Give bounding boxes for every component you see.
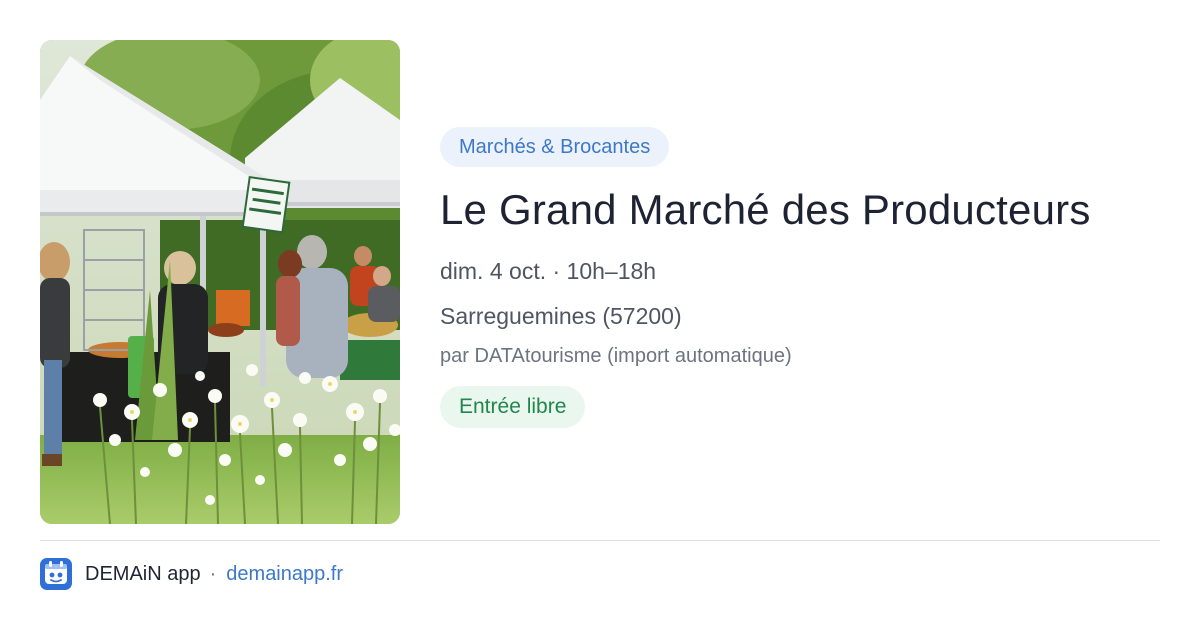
market-photo: [40, 40, 400, 524]
event-image: [40, 40, 400, 524]
app-name: DEMAiN app: [85, 562, 201, 585]
app-url-link[interactable]: demainapp.fr: [226, 563, 343, 586]
category-chip[interactable]: Marchés & Brocantes: [440, 127, 670, 167]
event-title: Le Grand Marché des Producteurs: [440, 186, 1091, 233]
price-chip: Entrée libre: [440, 386, 586, 428]
demain-app-logo-icon: [40, 558, 72, 590]
footer: DEMAiN app · demainapp.fr: [40, 557, 343, 591]
footer-separator: ·: [209, 562, 217, 585]
event-source: par DATAtourisme (import automatique): [440, 345, 792, 367]
event-location: Sarreguemines (57200): [440, 303, 682, 329]
footer-divider: [40, 540, 1160, 541]
event-info: Marchés & Brocantes Le Grand Marché des …: [440, 127, 1160, 428]
event-datetime: dim. 4 oct. · 10h–18h: [440, 258, 657, 284]
